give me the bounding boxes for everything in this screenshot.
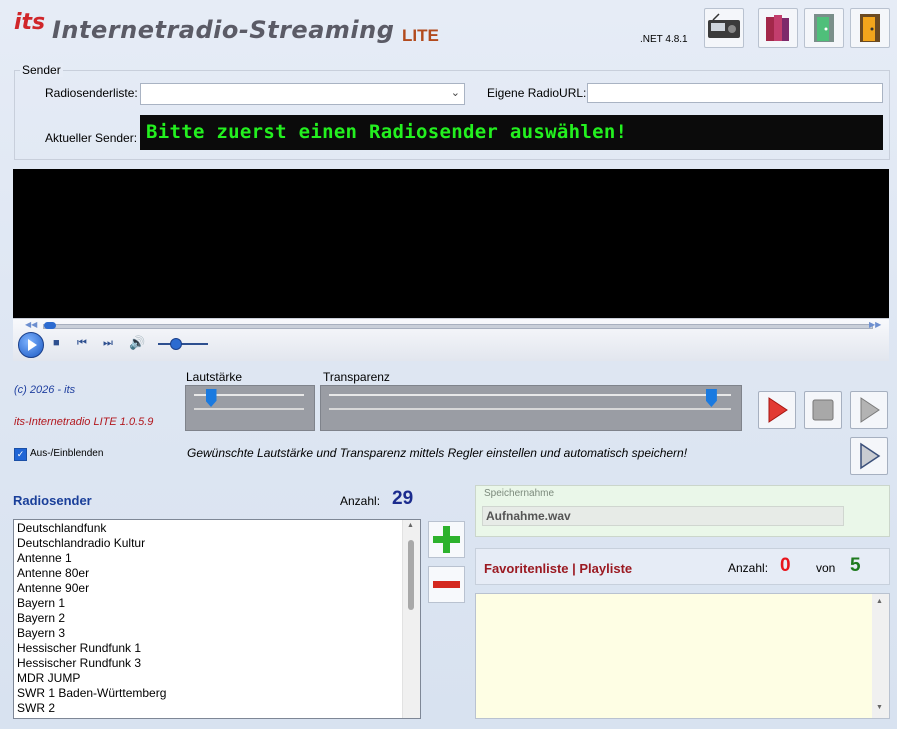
fade-toggle-checkbox[interactable]: ✓ xyxy=(14,448,27,461)
play-button[interactable] xyxy=(18,332,44,358)
chevron-down-icon: ⌄ xyxy=(450,87,460,99)
seek-back-icon: ◀◀ xyxy=(25,320,38,329)
stations-count-label: Anzahl: xyxy=(340,494,381,508)
favorites-listbox[interactable]: ▲ ▼ xyxy=(475,593,890,719)
next-button[interactable]: ⏭ xyxy=(103,337,113,350)
app-logo: its xyxy=(14,10,46,35)
stop-button[interactable]: ■ xyxy=(53,337,60,349)
current-station-label: Aktueller Sender: xyxy=(45,131,138,145)
library-button[interactable] xyxy=(758,8,798,48)
app-title: Internetradio-Streaming xyxy=(52,16,395,44)
door-open-icon xyxy=(860,14,880,42)
minimize-button[interactable] xyxy=(804,8,844,48)
favorites-total: 5 xyxy=(850,555,861,576)
current-station-display: Bitte zuerst einen Radiosender auswählen… xyxy=(140,115,883,150)
seek-forward-icon: ▶▶ xyxy=(869,320,882,329)
stations-count: 29 xyxy=(392,488,414,509)
volume-label: Lautstärke xyxy=(186,370,243,384)
volume-slider[interactable] xyxy=(185,385,315,431)
scroll-up-icon[interactable]: ▲ xyxy=(876,598,883,605)
record-button[interactable] xyxy=(758,391,796,429)
favorites-count-label: Anzahl: xyxy=(728,561,769,575)
stations-scrollbar[interactable]: ▲ xyxy=(402,520,420,718)
station-list-item[interactable]: Hessischer Rundfunk 1 xyxy=(17,641,141,656)
transparency-slider[interactable] xyxy=(320,385,742,431)
favorites-header: Favoritenliste | Playliste Anzahl: 0 von… xyxy=(475,548,890,585)
station-list-item[interactable]: Antenne 80er xyxy=(17,566,89,581)
station-list-item[interactable]: Bayern 3 xyxy=(17,626,65,641)
recording-filename-input[interactable]: Aufnahme.wav xyxy=(482,506,844,526)
radio-url-input[interactable] xyxy=(587,83,883,103)
station-list-item[interactable]: Deutschlandfunk xyxy=(17,521,106,536)
scroll-up-icon[interactable]: ▲ xyxy=(407,522,414,529)
stations-scroll-thumb[interactable] xyxy=(408,540,414,610)
version-text: its-Internetradio LITE 1.0.5.9 xyxy=(14,416,154,428)
add-favorite-button[interactable] xyxy=(428,521,465,558)
play-icon xyxy=(28,339,37,351)
remove-favorite-button[interactable] xyxy=(428,566,465,603)
station-list-item[interactable]: Bayern 1 xyxy=(17,596,65,611)
fade-toggle-label: Aus-/Einblenden xyxy=(30,448,104,459)
station-select[interactable]: ⌄ xyxy=(140,83,465,105)
radio-button[interactable] xyxy=(704,8,744,48)
favorites-count: 0 xyxy=(780,555,791,576)
volume-ticks xyxy=(194,408,304,410)
recording-name-panel: Speichernahme Aufnahme.wav xyxy=(475,485,890,537)
station-list-item[interactable]: Hessischer Rundfunk 3 xyxy=(17,656,141,671)
copyright-text: (c) 2026 - its xyxy=(14,384,76,396)
media-player-controls: ◀◀ ▶▶ ■ ⏮ ⏭ 🔊 xyxy=(13,318,889,361)
exit-button[interactable] xyxy=(850,8,890,48)
door-exit-icon xyxy=(814,14,834,42)
framework-version: .NET 4.8.1 xyxy=(640,34,688,45)
station-list-item[interactable]: SWR 2 xyxy=(17,701,55,716)
station-list-item[interactable]: Bayern 2 xyxy=(17,611,65,626)
save-name-label: Speichernahme xyxy=(484,488,555,499)
radio-icon xyxy=(708,13,740,38)
favorites-title: Favoritenliste | Playliste xyxy=(484,561,633,576)
station-list-item[interactable]: Antenne 90er xyxy=(17,581,89,596)
play-outline-icon xyxy=(860,442,881,470)
favorites-scrollbar[interactable]: ▲ ▼ xyxy=(872,594,889,718)
books-icon xyxy=(766,15,789,41)
edition-label: LITE xyxy=(402,26,439,45)
speaker-icon[interactable]: 🔊 xyxy=(129,335,145,351)
scroll-down-icon[interactable]: ▼ xyxy=(876,704,883,711)
station-list-item[interactable]: MDR JUMP xyxy=(17,671,80,686)
player-volume-track[interactable] xyxy=(158,343,208,345)
stations-listbox[interactable]: Deutschlandfunk Deutschlandradio Kultur An… xyxy=(13,519,421,719)
station-list-item[interactable]: Antenne 1 xyxy=(17,551,72,566)
play-playlist-button[interactable] xyxy=(850,437,888,475)
station-list-label: Radiosenderliste: xyxy=(45,86,138,100)
settings-hint: Gewünschte Lautstärke und Transparenz mi… xyxy=(187,446,688,460)
media-video-area xyxy=(13,169,889,318)
stop-icon xyxy=(812,399,834,421)
transparency-track xyxy=(329,394,731,396)
favorites-of-label: von xyxy=(816,561,836,575)
stations-title: Radiosender xyxy=(13,493,92,508)
recording-filename: Aufnahme.wav xyxy=(486,509,571,523)
station-list-item[interactable]: Deutschlandradio Kultur xyxy=(17,536,145,551)
seek-bar[interactable] xyxy=(43,322,873,329)
play-record-button[interactable] xyxy=(850,391,888,429)
record-play-icon xyxy=(768,397,788,423)
transparency-label: Transparenz xyxy=(323,370,390,384)
seek-knob[interactable] xyxy=(44,322,56,329)
sender-group-label: Sender xyxy=(20,63,63,77)
volume-thumb[interactable] xyxy=(205,389,217,407)
radio-url-label: Eigene RadioURL: xyxy=(487,86,587,100)
player-volume-knob[interactable] xyxy=(170,338,182,350)
transparency-thumb[interactable] xyxy=(705,389,717,407)
previous-button[interactable]: ⏮ xyxy=(77,337,87,350)
station-list-item[interactable]: SWR 1 Baden-Württemberg xyxy=(17,686,166,701)
play-gray-icon xyxy=(860,397,880,423)
transparency-ticks xyxy=(329,408,731,410)
stop-record-button[interactable] xyxy=(804,391,842,429)
